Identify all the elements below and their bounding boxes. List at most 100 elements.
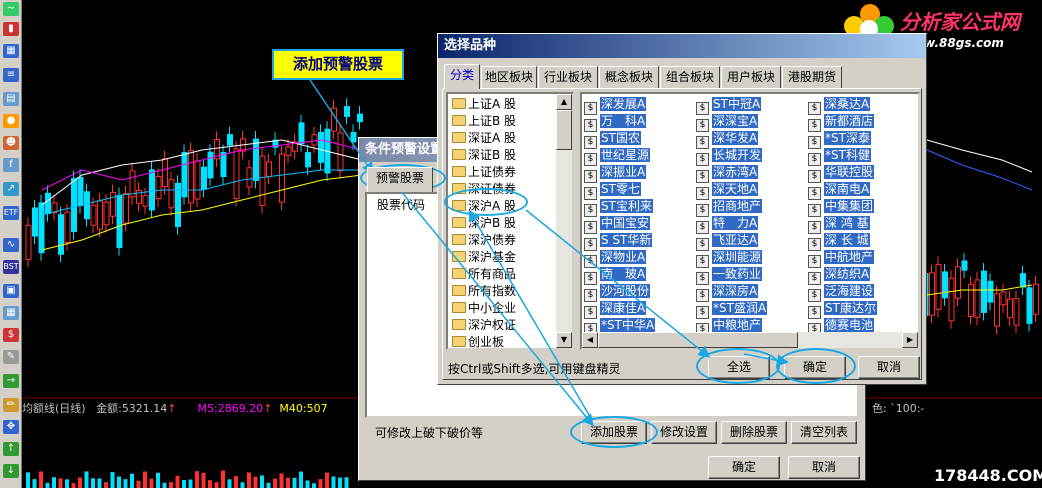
category-item[interactable]: 创业板 xyxy=(452,334,504,348)
stock-item[interactable]: $ 深康佳A xyxy=(584,300,647,319)
category-item[interactable]: 所有商品 xyxy=(452,266,516,283)
stock-item[interactable]: $ ST宝利来 xyxy=(584,198,653,217)
stock-item[interactable]: $ 深赤湾A xyxy=(696,164,759,183)
stock-item[interactable]: $ 深 长 城 xyxy=(808,232,870,251)
stock-item[interactable]: $ 深 鸿 基 xyxy=(808,215,870,234)
cond-ok-button[interactable]: 确定 xyxy=(708,456,780,479)
stock-item[interactable]: $ 一致药业 xyxy=(696,266,763,285)
category-item[interactable]: 深沪债券 xyxy=(452,232,516,249)
users-icon[interactable]: ☻ xyxy=(3,136,19,150)
stock-item[interactable]: $ 飞亚达A xyxy=(696,232,759,251)
volume-bar xyxy=(110,472,115,488)
tab-2[interactable]: 行业板块 xyxy=(538,66,598,88)
stock-item[interactable]: $ 特 力A xyxy=(696,215,759,234)
stock-item[interactable]: $ 中国宝安 xyxy=(584,215,651,234)
stock-item[interactable]: $ 世纪星源 xyxy=(584,147,651,166)
stock-item[interactable]: $ 长城开发 xyxy=(696,147,763,166)
stock-item[interactable]: $ ST中冠A xyxy=(696,96,762,115)
stock-item[interactable]: $ 深深宝A xyxy=(696,113,759,132)
line-chart-icon[interactable]: ~ xyxy=(3,2,19,16)
folder-icon xyxy=(452,234,466,245)
stock-item[interactable]: $ 深深房A xyxy=(696,283,759,302)
bst-icon[interactable]: BST xyxy=(3,260,19,274)
stock-item[interactable]: $ 华联控股 xyxy=(808,164,875,183)
tab-0[interactable]: 分类 xyxy=(444,64,480,89)
stock-item[interactable]: $ 沙河股份 xyxy=(584,283,651,302)
stock-item[interactable]: $ *ST盛润A xyxy=(696,300,768,319)
stock-item[interactable]: $ 深振业A xyxy=(584,164,647,183)
tab-5[interactable]: 用户板块 xyxy=(721,66,781,88)
scroll-up-button[interactable]: ▲ xyxy=(556,94,572,110)
scroll-right-button[interactable]: ▶ xyxy=(902,332,918,348)
table-icon[interactable]: ▦ xyxy=(3,306,19,320)
tab-3[interactable]: 概念板块 xyxy=(599,66,659,88)
category-item[interactable]: 深证A 股 xyxy=(452,130,516,147)
stock-item[interactable]: $ *ST科健 xyxy=(808,147,871,166)
category-item[interactable]: 上证A 股 xyxy=(452,96,516,113)
category-item[interactable]: 深沪基金 xyxy=(452,249,516,266)
tools-icon[interactable]: ✎ xyxy=(3,350,19,364)
category-item[interactable]: 上证B 股 xyxy=(452,113,516,130)
stock-name: 深发展A xyxy=(600,97,647,111)
scroll-h-thumb[interactable] xyxy=(598,332,798,348)
tab-4[interactable]: 组合板块 xyxy=(660,66,720,88)
stock-item[interactable]: $ 泛海建设 xyxy=(808,283,875,302)
report-icon[interactable]: ▤ xyxy=(3,92,19,106)
bulb-icon[interactable]: ● xyxy=(3,114,19,128)
etf-icon[interactable]: ETF xyxy=(3,206,19,220)
category-item[interactable]: 上证债券 xyxy=(452,164,516,181)
scroll-thumb[interactable] xyxy=(556,110,572,150)
stock-item[interactable]: $ S ST华新 xyxy=(584,232,653,251)
monitor-icon[interactable]: ▣ xyxy=(3,284,19,298)
stock-item[interactable]: $ 深南电A xyxy=(808,181,871,200)
category-tree[interactable]: 上证A 股上证B 股深证A 股深证B 股上证债券 深证债券 深沪A 股深沪B 股深沪… xyxy=(446,92,574,350)
stock-item[interactable]: $ 深物业A xyxy=(584,249,647,268)
category-item[interactable]: 中小企业 xyxy=(452,300,516,317)
grid-icon[interactable]: ▦ xyxy=(3,44,19,58)
move-icon[interactable]: ✥ xyxy=(3,420,19,434)
stock-item[interactable]: $ 万 科A xyxy=(584,113,647,132)
dollar-icon[interactable]: $ xyxy=(3,328,19,342)
arrow-down-icon[interactable]: ↓ xyxy=(3,464,19,478)
stock-item[interactable]: $ ST零七 xyxy=(584,181,641,200)
list-icon[interactable]: ≡ xyxy=(3,68,19,82)
stock-item[interactable]: $ 南 玻A xyxy=(584,266,647,285)
candle-icon[interactable]: ▮ xyxy=(3,22,19,36)
category-item[interactable]: 所有指数 xyxy=(452,283,516,300)
stock-item[interactable]: $ 新都酒店 xyxy=(808,113,875,132)
select-cancel-button[interactable]: 取消 xyxy=(858,356,920,379)
stock-item[interactable]: $ 深发展A xyxy=(584,96,647,115)
wave-icon[interactable]: ∿ xyxy=(3,238,19,252)
stock-hscrollbar[interactable]: ◀ ▶ xyxy=(582,332,918,348)
arrow-up-icon[interactable]: ↑ xyxy=(3,442,19,456)
stock-item[interactable]: $ 招商地产 xyxy=(696,198,763,217)
stock-item[interactable]: $ *ST深泰 xyxy=(808,130,871,149)
clear-list-button[interactable]: 清空列表 xyxy=(791,421,857,444)
export-icon[interactable]: ↗ xyxy=(3,182,19,196)
stock-item[interactable]: $ 深华发A xyxy=(696,130,759,149)
stock-item[interactable]: $ 中集集团 xyxy=(808,198,875,217)
modify-settings-button[interactable]: 修改设置 xyxy=(651,421,717,444)
stock-grid[interactable]: $ 深发展A $ 万 科A $ ST国农 $ 世纪星源 $ 深振业A $ ST零七 $ ST宝利来 $ 中国宝… xyxy=(580,92,920,350)
cond-cancel-button[interactable]: 取消 xyxy=(788,456,860,479)
category-item[interactable]: 深证B 股 xyxy=(452,147,516,164)
stock-item[interactable]: $ 深圳能源 xyxy=(696,249,763,268)
stock-item[interactable]: $ 深天地A xyxy=(696,181,759,200)
stock-item[interactable]: $ 深纺织A xyxy=(808,266,871,285)
formula-icon[interactable]: f xyxy=(3,158,19,172)
tab-warn-stocks[interactable]: 预警股票 xyxy=(367,167,433,192)
tab-1[interactable]: 地区板块 xyxy=(481,66,537,88)
import-icon[interactable]: → xyxy=(3,374,19,388)
scroll-down-button[interactable]: ▼ xyxy=(556,332,572,348)
delete-stock-button[interactable]: 删除股票 xyxy=(721,421,787,444)
stock-item[interactable]: $ 中航地产 xyxy=(808,249,875,268)
pencil-icon[interactable]: ✏ xyxy=(3,398,19,412)
category-item[interactable]: 深沪B 股 xyxy=(452,215,516,232)
category-scrollbar[interactable]: ▲ ▼ xyxy=(556,94,572,348)
stock-item[interactable]: $ ST康达尔 xyxy=(808,300,877,319)
stock-item[interactable]: $ 深桑达A xyxy=(808,96,871,115)
category-item[interactable]: 深沪权证 xyxy=(452,317,516,334)
stock-item[interactable]: $ ST国农 xyxy=(584,130,641,149)
tab-6[interactable]: 港股期货 xyxy=(782,66,842,88)
scroll-left-button[interactable]: ◀ xyxy=(582,332,598,348)
